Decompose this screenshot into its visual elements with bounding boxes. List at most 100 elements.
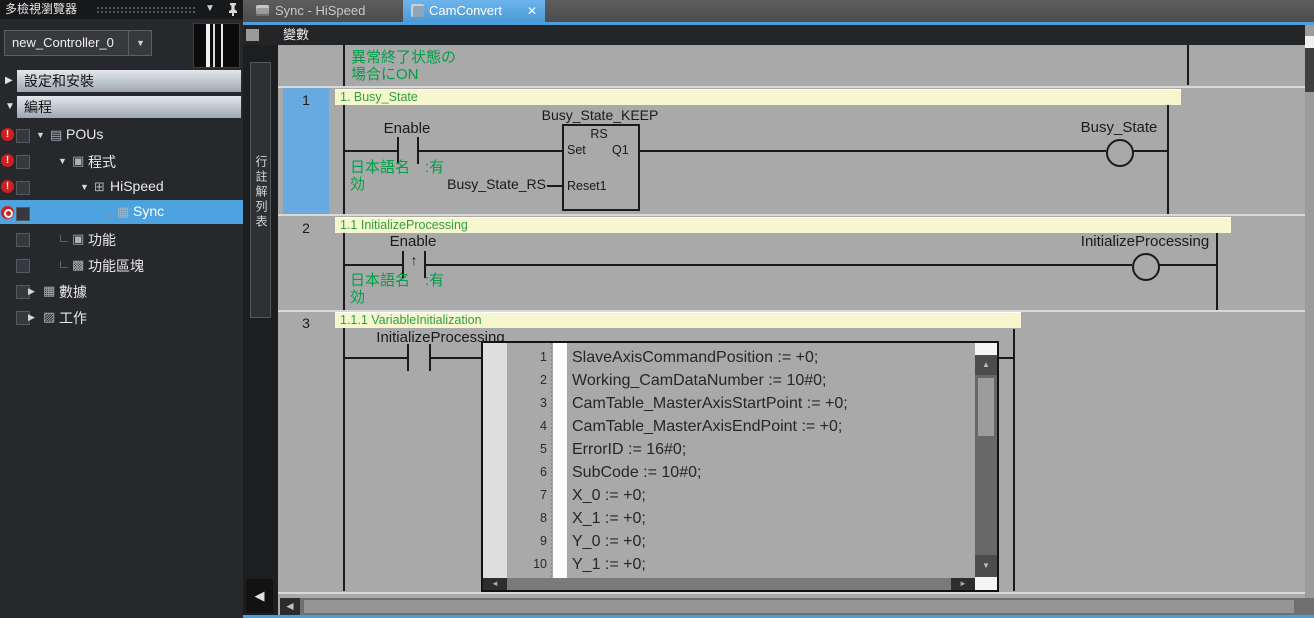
st-hscrollbar-track[interactable] <box>507 578 951 590</box>
status-checkbox[interactable] <box>16 233 30 247</box>
comment-line: 異常終了状態の <box>351 49 456 66</box>
ladder-program-icon <box>256 5 269 16</box>
tree-item-label[interactable]: 工作 <box>59 308 87 328</box>
rung2-number[interactable]: 2 <box>283 220 329 236</box>
section-configuration[interactable]: ▶ 設定和安裝 <box>0 70 243 92</box>
right-power-rail <box>1187 45 1189 85</box>
st-line-number: 3 <box>505 392 547 415</box>
tree-item-tasks[interactable]: ▶ ▨ 工作 <box>0 304 243 330</box>
tree-item-pous[interactable]: ! ▼ ▤ POUs <box>0 122 243 148</box>
left-power-rail <box>343 105 345 214</box>
expanded-arrow-icon[interactable]: ▼ <box>80 182 89 192</box>
st-line-number: 1 <box>505 346 547 369</box>
reset-variable-label[interactable]: Busy_State_RS <box>430 176 546 192</box>
scroll-left-button[interactable]: ◄ <box>280 598 300 615</box>
coil-busy-state[interactable] <box>1106 139 1134 167</box>
pou-folder-icon: ▤ <box>50 127 62 143</box>
editor-vscrollbar-thumb[interactable] <box>1305 48 1314 92</box>
tree-item-functions[interactable]: ∟ ▣ 功能 <box>0 226 243 252</box>
tree-item-label[interactable]: POUs <box>66 126 103 142</box>
comment-line: 日本語名 :有 <box>350 159 490 176</box>
rung3-number[interactable]: 3 <box>283 315 329 331</box>
st-line-number: 10 <box>505 553 547 576</box>
tab-line-comment-list[interactable]: 行註解列表 <box>250 62 271 318</box>
wire <box>426 264 1132 266</box>
tree-item-label[interactable]: 程式 <box>88 152 116 172</box>
wire <box>999 357 1014 359</box>
collapsed-arrow-icon[interactable]: ▶ <box>28 286 35 297</box>
program-folder-icon: ▣ <box>72 153 84 169</box>
scroll-down-button[interactable]: ▼ <box>975 555 997 577</box>
st-code-line[interactable]: SubCode := 10#0; <box>572 461 701 484</box>
comment-line: 場合にON <box>351 66 456 83</box>
editor-vscrollbar-track[interactable] <box>1305 25 1314 598</box>
pin-icon[interactable] <box>227 2 239 21</box>
st-code-line[interactable]: Y_0 := +0; <box>572 530 646 553</box>
st-code-line[interactable]: Working_CamDataNumber := 10#0; <box>572 369 827 392</box>
scroll-up-button[interactable]: ▲ <box>975 355 997 375</box>
contact-initialize-processing[interactable] <box>407 344 409 371</box>
collapsed-arrow-icon[interactable]: ▶ <box>5 75 13 86</box>
wire <box>419 150 562 152</box>
st-vscrollbar-thumb[interactable] <box>978 378 994 436</box>
controller-status-image <box>193 23 240 68</box>
coil-initialize-processing[interactable] <box>1132 253 1160 281</box>
tree-item-label[interactable]: 功能 <box>88 230 116 250</box>
scroll-left-button[interactable]: ◄ <box>483 578 507 590</box>
collapse-panel-button[interactable]: ◀ <box>246 579 273 613</box>
tab-label[interactable]: Sync - HiSpeed <box>275 0 365 22</box>
tree-item-label[interactable]: 功能區塊 <box>88 256 144 276</box>
status-checkbox[interactable] <box>16 155 30 169</box>
error-badge-icon: ! <box>1 154 14 167</box>
expanded-arrow-icon[interactable]: ▼ <box>36 130 45 140</box>
rising-edge-icon: ↑ <box>404 252 424 268</box>
expanded-arrow-icon[interactable]: ▼ <box>58 156 67 166</box>
task-folder-icon: ▨ <box>43 309 55 325</box>
status-checkbox[interactable] <box>16 207 30 221</box>
tab-camconvert[interactable]: CamConvert ✕ <box>403 0 545 22</box>
collapsed-arrow-icon[interactable]: ▶ <box>28 312 35 323</box>
st-code-line[interactable]: ErrorID := 16#0; <box>572 438 686 461</box>
comment-line: 効 <box>350 289 490 306</box>
right-power-rail <box>1216 233 1218 310</box>
rung-separator <box>278 86 1305 88</box>
st-line-number: 7 <box>505 484 547 507</box>
variables-bar[interactable] <box>243 25 1314 45</box>
tree-item-function-blocks[interactable]: ∟ ▩ 功能區塊 <box>0 252 243 278</box>
status-checkbox[interactable] <box>16 129 30 143</box>
st-code-line[interactable]: Y_1 := +0; <box>572 553 646 576</box>
section-programming-label[interactable]: 編程 <box>17 96 241 118</box>
controller-selector-arrow-icon[interactable]: ▼ <box>128 30 152 56</box>
error-badge-icon <box>1 206 14 219</box>
rung1-header[interactable]: 1. Busy_State <box>335 89 1181 105</box>
st-code-line[interactable]: CamTable_MasterAxisStartPoint := +0; <box>572 392 848 415</box>
wire <box>345 264 402 266</box>
tree-item-sync[interactable]: ∟ ▦ Sync <box>0 200 243 224</box>
status-checkbox[interactable] <box>16 259 30 273</box>
expanded-arrow-icon[interactable]: ▼ <box>5 101 15 112</box>
tree-item-label[interactable]: HiSpeed <box>110 178 164 194</box>
st-code-line[interactable]: SlaveAxisCommandPosition := +0; <box>572 346 818 369</box>
tree-item-label[interactable]: 數據 <box>59 282 87 302</box>
section-configuration-label[interactable]: 設定和安裝 <box>17 70 241 92</box>
rung3-header[interactable]: 1.1.1 VariableInitialization <box>335 312 1021 328</box>
st-code-line[interactable]: CamTable_MasterAxisEndPoint := +0; <box>572 415 842 438</box>
scroll-right-button[interactable]: ► <box>951 578 975 590</box>
st-code-line[interactable]: X_0 := +0; <box>572 484 646 507</box>
st-line-number: 2 <box>505 369 547 392</box>
close-icon[interactable]: ✕ <box>527 0 537 22</box>
tree-item-data[interactable]: ▶ ▦ 數據 <box>0 278 243 304</box>
editor-hscrollbar-thumb[interactable] <box>304 600 1294 613</box>
tree-item-hispeed[interactable]: ! ▼ ⊞ HiSpeed <box>0 174 243 200</box>
tree-item-label[interactable]: Sync <box>133 203 164 219</box>
tab-sync-hispeed[interactable]: Sync - HiSpeed <box>249 0 401 22</box>
st-line-number: 5 <box>505 438 547 461</box>
chevron-down-icon[interactable]: ▼ <box>205 3 215 14</box>
section-programming[interactable]: ▼ 編程 <box>0 96 243 118</box>
st-code-line[interactable]: X_1 := +0; <box>572 507 646 530</box>
rung2-header[interactable]: 1.1 InitializeProcessing <box>335 217 1231 233</box>
status-checkbox[interactable] <box>16 181 30 195</box>
tree-item-programs[interactable]: ! ▼ ▣ 程式 <box>0 148 243 174</box>
tab-label[interactable]: CamConvert <box>429 0 502 22</box>
rung1-number[interactable]: 1 <box>283 92 329 108</box>
